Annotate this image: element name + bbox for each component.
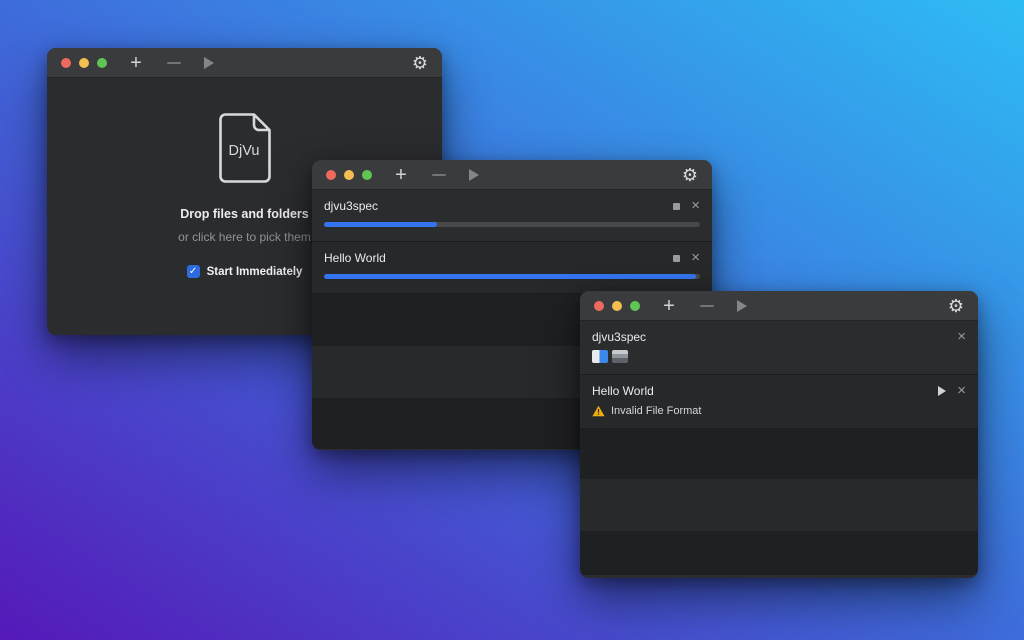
task-row: Hello World × Invalid File Format	[580, 375, 978, 429]
remove-icon[interactable]	[432, 174, 446, 176]
start-all-icon[interactable]	[204, 57, 214, 69]
close-window-button[interactable]	[594, 301, 604, 311]
settings-gear-icon[interactable]: ⚙	[682, 166, 698, 184]
result-thumbnails	[592, 350, 966, 363]
progress-fill	[324, 222, 437, 227]
stop-icon[interactable]	[673, 255, 680, 262]
close-window-button[interactable]	[326, 170, 336, 180]
minimize-window-button[interactable]	[79, 58, 89, 68]
task-row: Hello World ×	[312, 242, 712, 294]
add-files-icon[interactable]: +	[128, 49, 144, 77]
task-row: djvu3spec ×	[580, 321, 978, 375]
minimize-window-button[interactable]	[612, 301, 622, 311]
zoom-window-button[interactable]	[362, 170, 372, 180]
close-icon[interactable]: ×	[691, 253, 700, 263]
empty-row	[580, 531, 978, 575]
zoom-window-button[interactable]	[97, 58, 107, 68]
task-name: djvu3spec	[592, 330, 646, 344]
error-message: Invalid File Format	[611, 405, 701, 417]
task-name: Hello World	[592, 384, 654, 398]
close-icon[interactable]: ×	[957, 386, 966, 396]
close-icon[interactable]: ×	[957, 332, 966, 342]
task-name: Hello World	[324, 251, 386, 265]
close-icon[interactable]: ×	[691, 201, 700, 211]
empty-row	[580, 429, 978, 479]
titlebar: + ⚙	[580, 291, 978, 321]
add-files-icon[interactable]: +	[393, 161, 409, 189]
drop-title: Drop files and folders	[180, 207, 309, 221]
stop-icon[interactable]	[673, 203, 680, 210]
start-all-icon[interactable]	[737, 300, 747, 312]
traffic-lights	[594, 301, 640, 311]
file-badge-label: DjVu	[228, 143, 259, 159]
warning-icon	[592, 405, 605, 417]
settings-gear-icon[interactable]: ⚙	[412, 54, 428, 72]
task-row: djvu3spec ×	[312, 190, 712, 242]
progress-fill	[324, 274, 696, 279]
remove-icon[interactable]	[167, 62, 181, 64]
djvu-document-icon: DjVu	[218, 112, 272, 184]
drop-subtitle: or click here to pick them	[178, 230, 311, 244]
empty-row	[580, 479, 978, 531]
traffic-lights	[61, 58, 107, 68]
titlebar: + ⚙	[312, 160, 712, 190]
start-immediately-label: Start Immediately	[207, 266, 303, 278]
zoom-window-button[interactable]	[630, 301, 640, 311]
retry-play-icon[interactable]	[938, 386, 946, 396]
add-files-icon[interactable]: +	[661, 292, 677, 320]
traffic-lights	[326, 170, 372, 180]
settings-gear-icon[interactable]: ⚙	[948, 297, 964, 315]
remove-icon[interactable]	[700, 305, 714, 307]
task-name: djvu3spec	[324, 199, 378, 213]
progress-bar	[324, 274, 700, 279]
titlebar: + ⚙	[47, 48, 442, 78]
window-results: + ⚙ djvu3spec × Hello World ×	[580, 291, 978, 578]
close-window-button[interactable]	[61, 58, 71, 68]
start-all-icon[interactable]	[469, 169, 479, 181]
start-immediately-row: ✓ Start Immediately	[187, 265, 303, 278]
photo-thumbnail[interactable]	[612, 350, 628, 363]
minimize-window-button[interactable]	[344, 170, 354, 180]
start-immediately-checkbox[interactable]: ✓	[187, 265, 200, 278]
finder-thumbnail[interactable]	[592, 350, 608, 363]
progress-bar	[324, 222, 700, 227]
